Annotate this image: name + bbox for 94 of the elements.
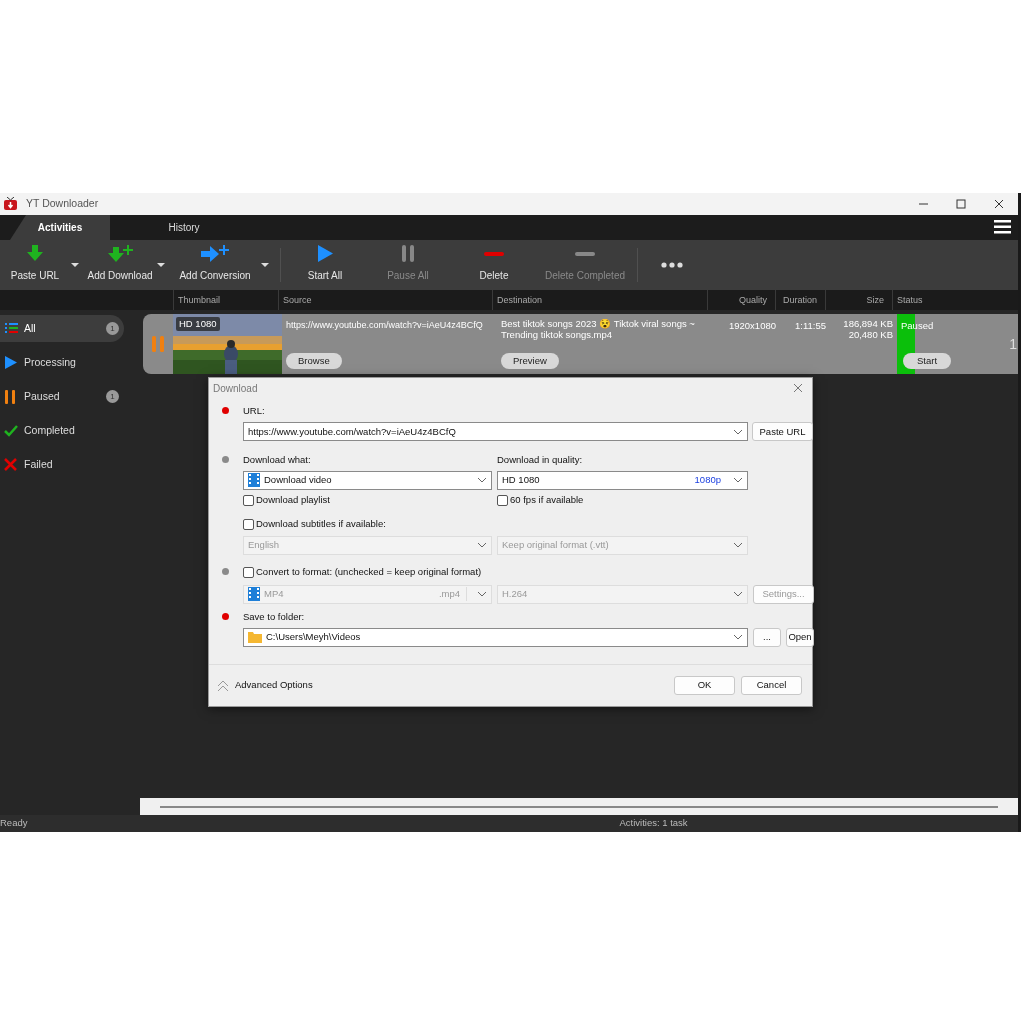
film-icon — [248, 587, 260, 601]
dropdown[interactable]: HD 1080 1080p — [497, 470, 748, 490]
status-text: Ready — [0, 816, 28, 831]
field-label: URL: — [243, 404, 266, 418]
sidebar-item[interactable]: Failed — [0, 451, 124, 478]
sidebar-item[interactable]: Paused 1 — [0, 383, 124, 410]
column-header: Thumbnail — [173, 290, 278, 310]
play-icon — [4, 355, 18, 370]
chevron-icon — [477, 542, 487, 548]
browse-button[interactable]: ... — [753, 627, 781, 647]
sidebar-item[interactable]: Completed — [0, 417, 124, 444]
download-arrow-icon — [25, 244, 45, 263]
caret-icon — [156, 262, 166, 268]
folder-icon — [248, 631, 262, 644]
cross-icon — [4, 457, 18, 472]
url-field[interactable]: https://www.youtube.com/watch?v=iAeU4z4BCfQ — [243, 422, 748, 442]
column-header: Status — [892, 290, 1012, 310]
chevron-icon — [477, 477, 487, 483]
source-url: https://www.youtube.com/watch?v=iAeU4z4BCfQ — [286, 319, 484, 332]
sidebar-label: Failed — [24, 456, 53, 472]
arrow-plus-icon — [200, 244, 230, 263]
window-title: YT Downloader — [26, 196, 99, 212]
chevron-icon — [733, 477, 743, 483]
list-icon — [4, 321, 18, 336]
count-badge: 1 — [106, 322, 119, 335]
chevron-icon — [733, 428, 743, 435]
toolbar-button[interactable]: Add Conversion — [170, 240, 260, 290]
toolbar-button[interactable]: Start All — [287, 240, 363, 290]
column-header: Destination — [492, 290, 707, 310]
pause-icon — [4, 389, 18, 404]
check-icon — [4, 423, 18, 438]
pause-icon — [400, 244, 416, 263]
column-header: Duration — [775, 290, 825, 310]
column-header: Quality — [707, 290, 775, 310]
field-label: Download what: — [243, 453, 312, 468]
column-header: Source — [278, 290, 492, 310]
dialog-title: Download — [213, 381, 259, 396]
toolbar-button[interactable]: Delete — [453, 240, 535, 290]
double-chevron-icon — [217, 679, 229, 692]
toolbar-button[interactable]: Add Download — [84, 240, 156, 290]
close-icon — [993, 198, 1005, 210]
checkbox[interactable]: Download playlist — [243, 492, 492, 509]
format-extension: .mp4 — [438, 586, 467, 602]
chevron-icon — [733, 542, 743, 548]
table-cell: 186,894 KB — [843, 319, 893, 330]
checkbox[interactable]: Download subtitles if available: — [243, 516, 492, 533]
sidebar-label: Paused — [24, 388, 60, 404]
preview-button[interactable]: Preview — [501, 352, 559, 369]
column-header: Size — [825, 290, 892, 310]
open-button[interactable]: Open — [786, 627, 814, 647]
advanced-options-link[interactable]: Advanced Options — [235, 678, 668, 693]
chevron-icon — [733, 591, 743, 597]
table-cell: 1920x1080 — [728, 320, 776, 331]
maximize-icon — [955, 198, 967, 210]
field-label: Download in quality: — [497, 453, 584, 468]
film-icon — [248, 473, 260, 487]
scrollbar[interactable] — [140, 798, 1018, 815]
menu-icon — [994, 219, 1012, 235]
quality-tag: 1080p — [694, 472, 721, 488]
checkbox[interactable]: Convert to format: (unchecked = keep original format) — [243, 564, 814, 581]
sidebar-item[interactable]: Processing — [0, 349, 124, 376]
table-cell: 20,480 KB — [848, 329, 893, 341]
tab[interactable]: History — [134, 215, 234, 240]
close-icon — [793, 383, 803, 393]
count-badge: 1 — [106, 390, 119, 403]
sidebar-label: Processing — [24, 354, 76, 370]
caret-icon — [70, 262, 80, 268]
toolbar-button[interactable]: Paste URL — [0, 240, 70, 290]
minus-icon — [483, 251, 505, 256]
table-cell: 1:11:55 — [795, 320, 826, 331]
caret-icon — [260, 262, 270, 268]
more-icon — [661, 262, 683, 268]
play-icon — [316, 244, 334, 263]
sidebar-label: All — [24, 320, 36, 336]
dropdown[interactable]: Download video — [243, 470, 492, 490]
tab[interactable]: Activities — [10, 215, 110, 240]
quality-badge: HD 1080 — [176, 317, 220, 332]
chevron-icon — [733, 634, 743, 641]
table-cell-text: 1 — [1009, 335, 1017, 354]
ok-button[interactable]: OK — [674, 676, 735, 695]
cancel-button[interactable]: Cancel — [741, 676, 802, 695]
status-text: Activities: 1 task — [619, 816, 688, 831]
minus-icon — [574, 251, 596, 256]
paste-url-button[interactable]: Paste URL — [752, 422, 813, 442]
start-button[interactable]: Start — [903, 352, 952, 369]
browse-button[interactable]: Browse — [286, 352, 342, 369]
destination-file: Best tiktok songs 2023 😵 Tiktok viral songs ~ Trending tiktok songs.mp4 — [501, 319, 696, 341]
checkbox[interactable]: 60 fps if available — [497, 492, 748, 509]
sidebar-label: Completed — [24, 422, 75, 438]
folder-field[interactable]: C:\Users\Meyh\Videos — [243, 627, 748, 647]
sidebar-item[interactable]: All 1 — [0, 315, 124, 342]
download-plus-icon — [106, 244, 134, 263]
chevron-icon — [477, 591, 487, 597]
field-label: Save to folder: — [243, 609, 306, 624]
